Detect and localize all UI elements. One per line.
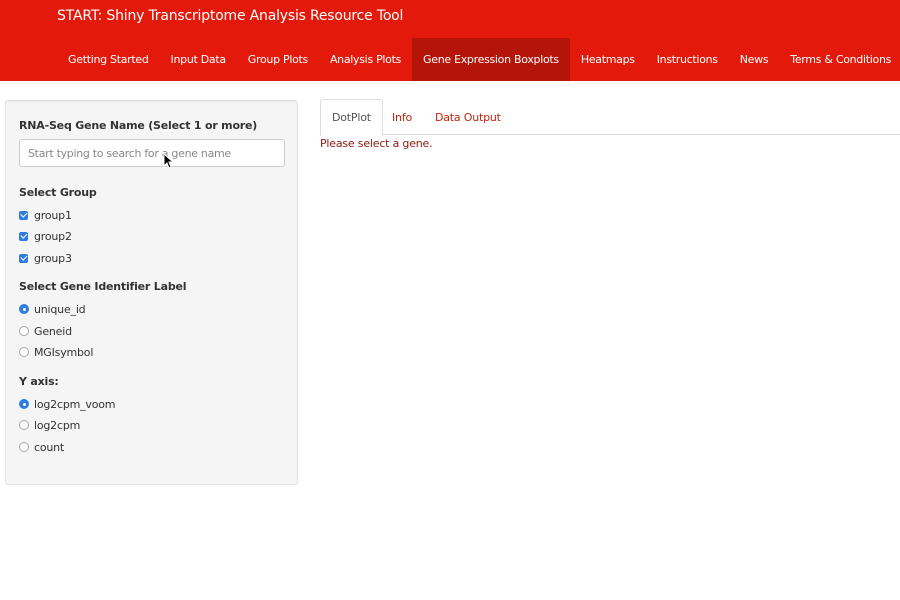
- nav-item-gene-expression-boxplots[interactable]: Gene Expression Boxplots: [412, 38, 570, 81]
- radio-label: log2cpm: [34, 418, 81, 432]
- radio-label: unique_id: [34, 302, 86, 316]
- status-message: Please select a gene.: [320, 137, 433, 150]
- yaxis-radio-count[interactable]: count: [19, 439, 64, 455]
- radio-unselected-icon[interactable]: [19, 347, 29, 357]
- radio-selected-icon[interactable]: [19, 399, 29, 409]
- navbar: START: Shiny Transcriptome Analysis Reso…: [0, 0, 900, 81]
- gene-identifier-label: Select Gene Identifier Label: [19, 280, 187, 293]
- radio-unselected-icon[interactable]: [19, 326, 29, 336]
- gene-search-placeholder: Start typing to search for a gene name: [28, 146, 231, 160]
- checkbox-label: group2: [34, 229, 72, 243]
- identifier-radio-mgisymbol[interactable]: MGIsymbol: [19, 344, 93, 360]
- checkbox-checked-icon[interactable]: [19, 253, 28, 263]
- tab-dotplot[interactable]: DotPlot: [320, 99, 383, 136]
- nav-item-input-data[interactable]: Input Data: [160, 38, 237, 81]
- mouse-cursor-icon: [163, 153, 173, 169]
- gene-search-input[interactable]: Start typing to search for a gene name: [19, 139, 285, 167]
- select-group-label: Select Group: [19, 186, 97, 199]
- group-checkbox-group2[interactable]: group2: [19, 228, 72, 244]
- checkbox-label: group3: [34, 251, 72, 265]
- radio-unselected-icon[interactable]: [19, 442, 29, 452]
- identifier-radio-geneid[interactable]: Geneid: [19, 323, 72, 339]
- nav-item-instructions[interactable]: Instructions: [646, 38, 729, 81]
- nav-item-group-plots[interactable]: Group Plots: [237, 38, 319, 81]
- radio-selected-icon[interactable]: [19, 304, 29, 314]
- gene-name-label: RNA-Seq Gene Name (Select 1 or more): [19, 119, 258, 132]
- checkbox-checked-icon[interactable]: [19, 231, 28, 241]
- identifier-radio-unique-id[interactable]: unique_id: [19, 301, 86, 317]
- yaxis-radio-log2cpm-voom[interactable]: log2cpm_voom: [19, 396, 116, 412]
- nav-item-terms-conditions[interactable]: Terms & Conditions: [779, 38, 900, 81]
- group-checkbox-group3[interactable]: group3: [19, 250, 72, 266]
- radio-label: Geneid: [34, 324, 72, 338]
- tab-info[interactable]: Info: [381, 99, 423, 135]
- tab-data-output[interactable]: Data Output: [424, 99, 512, 135]
- nav-item-analysis-plots[interactable]: Analysis Plots: [319, 38, 412, 81]
- sidebar-panel: RNA-Seq Gene Name (Select 1 or more) Sta…: [5, 100, 298, 485]
- nav-item-news[interactable]: News: [729, 38, 780, 81]
- group-checkbox-group1[interactable]: group1: [19, 207, 72, 223]
- checkbox-checked-icon[interactable]: [19, 210, 28, 220]
- checkbox-label: group1: [34, 208, 72, 222]
- radio-label: count: [34, 440, 65, 454]
- radio-label: MGIsymbol: [34, 345, 94, 359]
- output-tabset: DotPlot Info Data Output: [320, 99, 900, 136]
- nav-item-heatmaps[interactable]: Heatmaps: [570, 38, 646, 81]
- radio-label: log2cpm_voom: [34, 397, 116, 411]
- radio-unselected-icon[interactable]: [19, 420, 29, 430]
- yaxis-radio-log2cpm[interactable]: log2cpm: [19, 417, 80, 433]
- y-axis-label: Y axis:: [19, 375, 59, 388]
- app-title[interactable]: START: Shiny Transcriptome Analysis Reso…: [57, 8, 403, 24]
- nav-item-getting-started[interactable]: Getting Started: [57, 38, 160, 81]
- main-nav: Getting Started Input Data Group Plots A…: [57, 38, 900, 81]
